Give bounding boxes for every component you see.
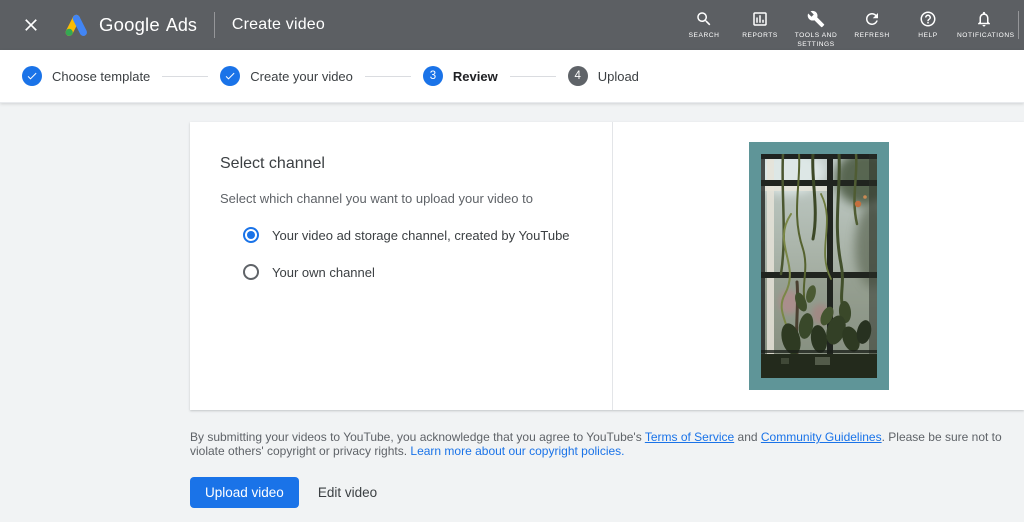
channel-option-storage-label: Your video ad storage channel, created b… [272, 227, 570, 243]
step-review[interactable]: 3 Review [422, 66, 498, 86]
google-ads-logo-icon [62, 12, 89, 39]
step-3-circle: 3 [422, 66, 443, 86]
refresh-label: REFRESH [854, 32, 890, 40]
video-preview-area [613, 122, 1024, 410]
channel-option-own-label: Your own channel [272, 264, 375, 280]
step-connector [509, 75, 556, 77]
reports-label: REPORTS [742, 32, 778, 40]
step-connector [364, 75, 411, 77]
edit-video-button[interactable]: Edit video [318, 485, 377, 500]
reports-button[interactable]: REPORTS [732, 0, 788, 41]
tools-and-settings-button[interactable]: TOOLS AND SETTINGS [788, 0, 844, 50]
radio-selected-icon[interactable] [243, 227, 259, 243]
header-end-divider [1018, 11, 1019, 40]
close-button[interactable] [14, 8, 48, 42]
terms-of-service-link[interactable]: Terms of Service [645, 430, 734, 444]
step-2-circle [220, 66, 241, 86]
channel-option-storage[interactable]: Your video ad storage channel, created b… [243, 227, 582, 243]
refresh-button[interactable]: REFRESH [844, 0, 900, 41]
channel-option-own[interactable]: Your own channel [243, 264, 582, 280]
brand-name: Google Ads [99, 14, 197, 36]
legal-disclaimer: By submitting your videos to YouTube, yo… [190, 430, 1012, 458]
step-3-label: Review [452, 68, 498, 84]
step-1-label: Choose template [52, 68, 151, 84]
search-label: SEARCH [688, 32, 720, 40]
tools-and-settings-label: TOOLS AND SETTINGS [794, 32, 838, 48]
step-4-label: Upload [597, 68, 639, 84]
panel-description: Select which channel you want to upload … [220, 191, 533, 206]
select-channel-card: Select channel Select which channel you … [190, 122, 1024, 410]
legal-text-2: and [734, 430, 761, 444]
header-actions: SEARCH REPORTS TOOLS AND SETTINGS REFRES… [676, 0, 1024, 50]
copyright-policies-link[interactable]: Learn more about our copyright policies. [410, 444, 624, 458]
check-icon [27, 72, 37, 80]
header-divider [213, 12, 215, 38]
actions-bar: Upload video Edit video [190, 477, 377, 508]
reports-icon [753, 12, 767, 26]
notifications-button[interactable]: NOTIFICATIONS [956, 0, 1015, 41]
check-icon [225, 72, 235, 80]
bell-icon [978, 11, 990, 27]
step-4-circle: 4 [567, 66, 588, 86]
step-1-circle [22, 66, 42, 86]
refresh-icon [866, 13, 878, 26]
select-channel-panel: Select channel Select which channel you … [190, 122, 613, 410]
help-label: HELP [918, 32, 938, 40]
wrench-icon [807, 10, 825, 28]
legal-text-1: By submitting your videos to YouTube, yo… [190, 430, 645, 444]
step-choose-template[interactable]: Choose template [22, 66, 150, 86]
app-header: Google Ads Create video SEARCH REPORTS T… [0, 0, 1024, 50]
step-4-number: 4 [574, 70, 581, 82]
search-button[interactable]: SEARCH [676, 0, 732, 41]
video-preview-image [748, 142, 889, 390]
step-3-number: 3 [429, 70, 437, 82]
page-body: Select channel Select which channel you … [0, 103, 1024, 522]
help-button[interactable]: HELP [900, 0, 956, 41]
help-icon [920, 11, 936, 27]
step-upload[interactable]: 4 Upload [567, 66, 639, 86]
step-2-label: Create your video [250, 68, 353, 84]
page-title: Create video [231, 16, 326, 33]
brand-ads: Ads [165, 15, 197, 35]
radio-unselected-icon[interactable] [243, 264, 259, 280]
upload-video-button[interactable]: Upload video [190, 477, 299, 508]
community-guidelines-link[interactable]: Community Guidelines [761, 430, 882, 444]
close-icon [25, 19, 37, 31]
search-icon [697, 12, 711, 26]
step-create-your-video[interactable]: Create your video [220, 66, 353, 86]
brand-google: Google [99, 14, 160, 35]
panel-title: Select channel [220, 155, 325, 172]
progress-stepper: Choose template Create your video 3 Revi… [0, 50, 1024, 103]
step-connector [162, 75, 209, 77]
notifications-label: NOTIFICATIONS [957, 32, 1015, 40]
